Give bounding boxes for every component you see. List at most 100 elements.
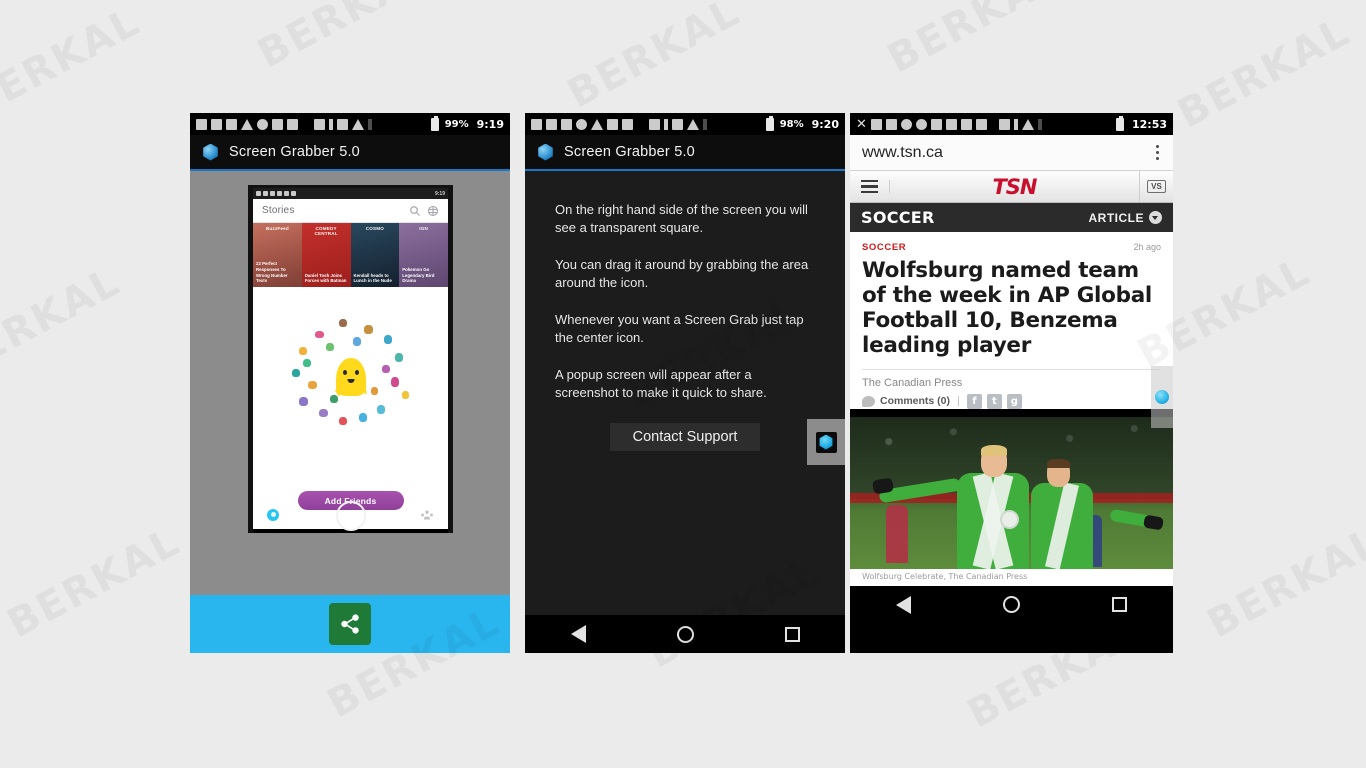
discover-card-row: BuzzFeed 22 Perfect Responses To Wrong N… <box>253 223 448 287</box>
sms-icon <box>531 118 542 130</box>
app-title: Screen Grabber 5.0 <box>229 144 360 160</box>
status-clock: 9:19 <box>476 117 504 131</box>
vw-sponsor-logo <box>1000 509 1020 529</box>
clipboard-icon <box>960 118 972 130</box>
discover-card[interactable]: BuzzFeed 22 Perfect Responses To Wrong N… <box>253 223 302 287</box>
bluetooth-icon <box>664 118 668 130</box>
download-icon <box>607 118 618 130</box>
status-notification-icons: ✕ <box>856 118 1113 131</box>
location-icon <box>915 118 927 130</box>
separator: | <box>957 395 960 408</box>
bluetooth-icon <box>329 118 333 130</box>
chat-icon[interactable] <box>267 509 279 521</box>
status-notification-icons <box>196 118 428 130</box>
friends-icon[interactable] <box>420 510 434 520</box>
card-caption: Pokemon Go Legendary Bird Drama <box>402 266 435 284</box>
screenshot-icon <box>870 118 882 130</box>
home-icon[interactable] <box>676 625 694 643</box>
search-icon[interactable] <box>409 205 421 217</box>
app-hex-icon <box>202 143 219 161</box>
contact-support-button[interactable]: Contact Support <box>610 422 760 451</box>
article-meta-row: SOCCER 2h ago <box>862 242 1161 253</box>
article-mode-toggle[interactable]: ARTICLE <box>1089 211 1162 225</box>
mini-icon <box>256 191 261 196</box>
battery-icon <box>430 115 439 131</box>
vs-button[interactable]: VS <box>1139 171 1173 202</box>
download-icon <box>272 118 283 130</box>
usb-icon <box>622 118 633 130</box>
snapchat-stories-header: Stories <box>253 199 448 223</box>
share-icon <box>341 614 359 634</box>
panel-screen-grabber-instructions: 98% 9:20 Screen Grabber 5.0 On the right… <box>525 113 845 653</box>
kebab-menu-icon[interactable] <box>1154 143 1162 163</box>
panel1-preview-area: 9:19 Stories BuzzFeed 22 Perfect Respons… <box>190 171 510 595</box>
signal-icon <box>1037 118 1042 130</box>
chat-icon <box>561 118 572 130</box>
discover-card[interactable]: COMEDY CENTRAL Daniel Tosh Joins Forces … <box>301 223 351 287</box>
card-brand: COSMO <box>365 226 385 231</box>
url-text[interactable]: www.tsn.ca <box>862 144 1154 162</box>
card-caption: 22 Perfect Responses To Wrong Number Tex… <box>256 261 288 284</box>
panel2-device-nav-bar <box>525 615 845 653</box>
mini-icon <box>263 191 268 196</box>
instruction-paragraph: Whenever you want a Screen Grab just tap… <box>555 311 804 346</box>
back-icon[interactable] <box>896 595 911 614</box>
record-icon <box>257 118 268 130</box>
discover-card[interactable]: IGN Pokemon Go Legendary Bird Drama <box>399 223 448 287</box>
battery-icon <box>765 115 774 131</box>
card-brand: IGN <box>419 226 429 231</box>
battery-percent: 98% <box>779 118 804 130</box>
article-source: The Canadian Press <box>862 376 963 389</box>
instruction-paragraph: On the right hand side of the screen you… <box>555 202 808 236</box>
battery-percent: 99% <box>444 118 469 130</box>
app-hex-icon <box>537 143 554 161</box>
watermark-text: BERKAL <box>0 0 148 127</box>
discover-card[interactable]: COSMO Kendall heads to Lunch in the Nude <box>350 223 400 287</box>
status-clock: 9:20 <box>811 117 839 131</box>
ghost-sticker-cluster <box>292 319 410 433</box>
preview-clock: 9:19 <box>434 190 445 197</box>
googleplus-icon[interactable]: g <box>1006 393 1022 409</box>
captured-screenshot-preview[interactable]: 9:19 Stories BuzzFeed 22 Perfect Respons… <box>248 185 453 533</box>
recents-icon[interactable] <box>784 626 800 642</box>
panel1-app-bar: Screen Grabber 5.0 <box>190 135 510 171</box>
watermark-text: BERKAL <box>0 519 188 648</box>
twitter-icon[interactable]: t <box>986 393 1002 409</box>
article-photo <box>850 416 1173 569</box>
recents-icon[interactable] <box>1112 597 1127 613</box>
wifi-icon <box>352 118 364 130</box>
vibrate-icon <box>1013 118 1018 130</box>
news-icon <box>546 118 557 130</box>
hamburger-icon[interactable] <box>850 180 890 193</box>
stories-title: Stories <box>262 205 295 216</box>
globe-grid-icon[interactable] <box>427 205 439 217</box>
opposing-player <box>885 504 908 563</box>
watermark-text: BERKAL <box>0 259 128 388</box>
status-clock: 12:53 <box>1131 117 1167 131</box>
warning-icon <box>241 118 253 130</box>
section-label: SOCCER <box>861 208 935 227</box>
panel-screen-grabber-share: 99% 9:19 Screen Grabber 5.0 9:19 Stories… <box>190 113 510 653</box>
card-brand: BuzzFeed <box>265 226 289 231</box>
browser-url-bar[interactable]: www.tsn.ca <box>850 135 1173 171</box>
mail-icon <box>885 118 897 130</box>
snapchat-bottom-bar: Add Friends <box>253 483 448 531</box>
photo-caption: Wolfsburg Celebrate, The Canadian Press <box>850 568 1173 586</box>
usb-icon <box>287 118 298 130</box>
home-icon[interactable] <box>1003 596 1020 614</box>
share-bar <box>190 595 510 653</box>
tsn-logo[interactable]: TSN <box>890 175 1139 199</box>
cast-icon <box>314 118 325 130</box>
floating-capture-widget[interactable] <box>1151 366 1173 428</box>
share-button[interactable] <box>329 603 371 645</box>
mute-icon <box>672 118 683 130</box>
comments-label[interactable]: Comments (0) <box>880 395 950 407</box>
app-hex-icon[interactable] <box>815 431 837 453</box>
capture-ring[interactable] <box>335 501 366 531</box>
facebook-icon[interactable]: f <box>966 393 982 409</box>
signal-icon <box>368 118 372 130</box>
app-hex-icon <box>1155 390 1169 404</box>
back-icon[interactable] <box>570 625 586 643</box>
floating-capture-widget[interactable] <box>807 419 845 465</box>
panel3-device-nav-bar <box>850 585 1173 624</box>
